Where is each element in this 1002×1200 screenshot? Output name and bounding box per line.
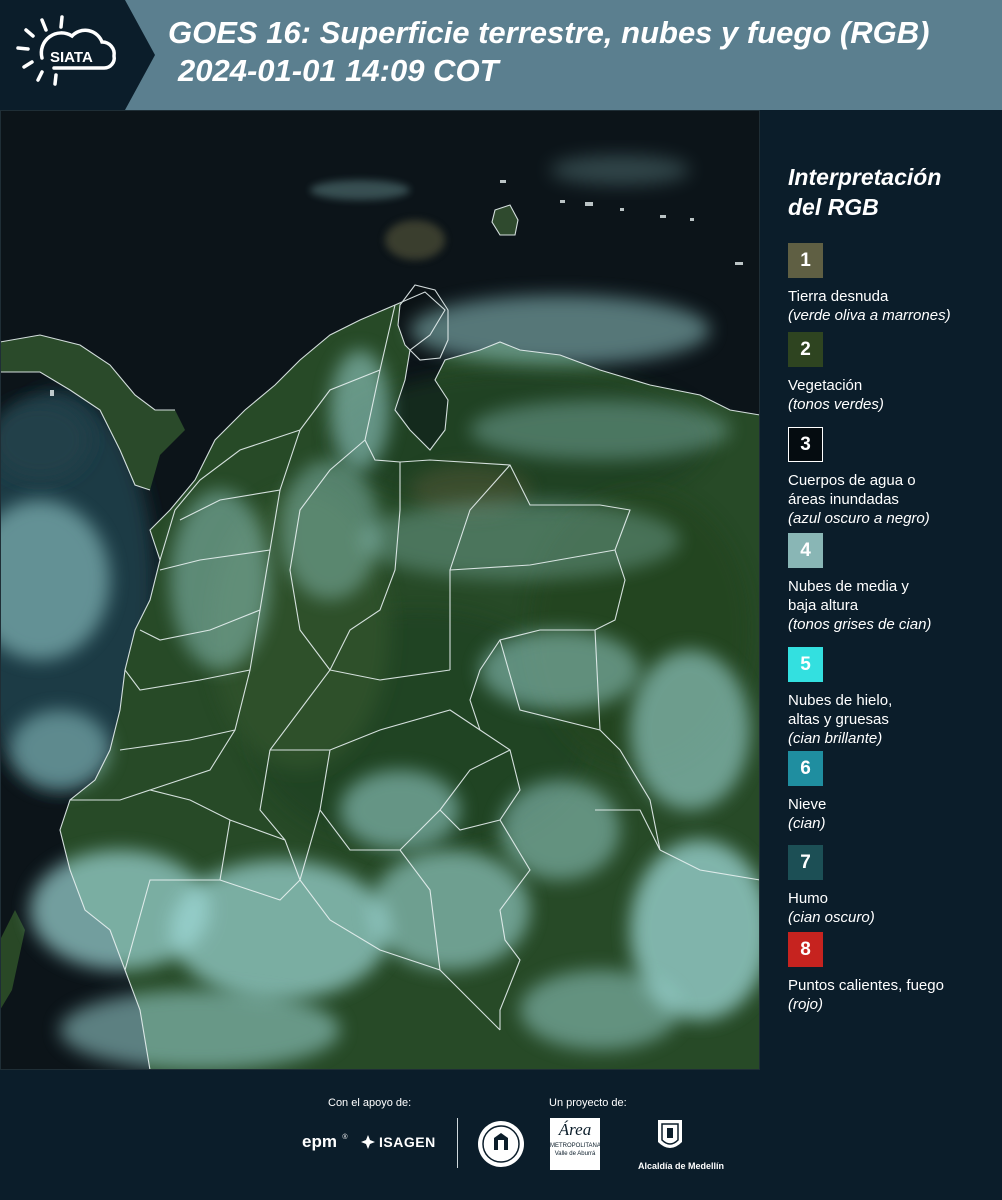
legend-label: Nieve	[788, 796, 827, 813]
legend-sublabel: (azul oscuro a negro)	[788, 510, 930, 527]
legend-item: 5 Nubes de hielo, altas y gruesas (cian bri…	[788, 647, 998, 748]
legend-swatch: 2	[788, 332, 823, 367]
legend-item: 2 Vegetación (tonos verdes)	[788, 332, 998, 414]
siata-logo-text: SIATA	[50, 49, 93, 66]
legend-label: baja altura	[788, 597, 859, 614]
legend-swatch: 1	[788, 243, 823, 278]
legend-swatch: 8	[788, 932, 823, 967]
legend-title-line-2: del RGB	[788, 194, 879, 220]
legend-sublabel: (tonos grises de cian)	[788, 616, 932, 633]
title-line-1: GOES 16: Superficie terrestre, nubes y f…	[168, 15, 930, 50]
legend-sublabel: (cian brillante)	[788, 730, 883, 747]
footer-divider	[457, 1118, 458, 1168]
legend-label: Nubes de hielo,	[788, 692, 893, 709]
legend-item: 4 Nubes de media y baja altura (tonos grise…	[788, 533, 998, 634]
legend-sublabel: (verde oliva a marrones)	[788, 307, 951, 324]
area-metropolitana-logo: Área METROPOLITANA Valle de Aburrá	[550, 1118, 601, 1170]
legend-swatch: 3	[788, 427, 823, 462]
legend-label: Vegetación	[788, 377, 863, 394]
legend-label: Nubes de media y	[788, 578, 909, 595]
isagen-logo-text: ISAGEN	[379, 1134, 436, 1150]
legend-label: altas y gruesas	[788, 711, 889, 728]
isagen-star-icon	[361, 1135, 375, 1149]
epm-logo-text: epm	[302, 1132, 337, 1151]
legend-item: 3 Cuerpos de agua o áreas inundadas (azul o…	[788, 427, 998, 528]
medellin-shield-icon	[658, 1120, 682, 1148]
header-bar: SIATA GOES 16: Superficie terrestre, nub…	[0, 0, 1002, 110]
area-logo-word: Área	[558, 1120, 592, 1139]
legend-label: Tierra desnuda	[788, 288, 889, 305]
legend-swatch: 7	[788, 845, 823, 880]
area-logo-sub2: Valle de Aburrá	[554, 1151, 596, 1157]
legend-sublabel: (tonos verdes)	[788, 396, 884, 413]
legend-panel: Interpretación del RGB 1 Tierra desnuda (v…	[760, 110, 1002, 1070]
legend-item: 8 Puntos calientes, fuego (rojo)	[788, 932, 998, 1014]
legend-swatch: 6	[788, 751, 823, 786]
legend-label: Cuerpos de agua o	[788, 472, 916, 489]
legend-swatch: 4	[788, 533, 823, 568]
legend-sublabel: (cian)	[788, 815, 826, 832]
isagen-logo: ISAGEN	[360, 1134, 436, 1150]
legend-label: áreas inundadas	[788, 491, 899, 508]
area-logo-sub1: METROPOLITANA	[550, 1143, 601, 1149]
footer: Con el apoyo de: Un proyecto de: epm ® I…	[0, 1070, 1002, 1200]
siata-logo: SIATA	[0, 0, 155, 110]
legend-item: 6 Nieve (cian)	[788, 751, 998, 833]
legend-sublabel: (cian oscuro)	[788, 909, 875, 926]
legend-swatch: 5	[788, 647, 823, 682]
legend-title-line-1: Interpretación	[788, 164, 942, 190]
legend-label: Puntos calientes, fuego	[788, 977, 944, 994]
legend-label: Humo	[788, 890, 829, 907]
alcaldia-logo: Alcaldía de Medellín	[638, 1118, 725, 1171]
legend-title: Interpretación del RGB	[788, 162, 998, 222]
page-title: GOES 16: Superficie terrestre, nubes y f…	[168, 14, 998, 90]
legend-sublabel: (rojo)	[788, 996, 824, 1013]
support-label: Con el apoyo de:	[328, 1097, 412, 1109]
project-label: Un proyecto de:	[549, 1097, 627, 1109]
epm-logo: epm ®	[302, 1132, 348, 1152]
satellite-map	[0, 110, 760, 1070]
registered-mark-icon: ®	[342, 1134, 348, 1141]
title-line-2: 2024-01-01 14:09 COT	[178, 53, 499, 88]
legend-item: 7 Humo (cian oscuro)	[788, 845, 998, 927]
alcaldia-logo-text: Alcaldía de Medellín	[638, 1161, 725, 1171]
legend-item: 1 Tierra desnuda (verde oliva a marrones)	[788, 243, 998, 325]
seal-logo	[477, 1120, 525, 1173]
